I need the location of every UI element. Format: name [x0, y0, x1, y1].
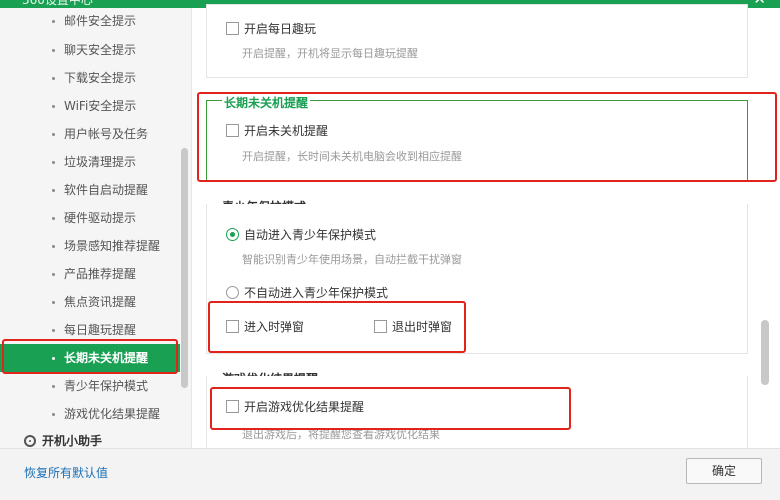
bullet-icon	[52, 105, 55, 108]
bullet-icon	[52, 133, 55, 136]
sidebar-item-driver[interactable]: 硬件驱动提示	[0, 204, 180, 232]
sidebar-item-autostart[interactable]: 软件自启动提醒	[0, 176, 180, 204]
sidebar-item-product[interactable]: 产品推荐提醒	[0, 260, 180, 288]
main-scrollbar[interactable]	[761, 320, 769, 385]
sidebar-scrollbar[interactable]	[181, 148, 188, 388]
youth-radio-manual-row[interactable]: 不自动进入青少年保护模式	[226, 285, 388, 301]
footer: 恢复所有默认值 确定	[0, 448, 780, 500]
daily-checkbox-row[interactable]: 开启每日趣玩	[226, 21, 316, 37]
bullet-icon	[52, 273, 55, 276]
sidebar-item-wifi[interactable]: WiFi安全提示	[0, 92, 180, 120]
highlight-game-checkbox	[210, 387, 571, 430]
sidebar-item-chat[interactable]: 聊天安全提示	[0, 36, 180, 64]
highlight-longrun-card	[197, 92, 777, 182]
sidebar-item-account[interactable]: 用户帐号及任务	[0, 120, 180, 148]
youth-radio-auto[interactable]	[226, 228, 239, 241]
ok-button[interactable]: 确定	[686, 458, 762, 484]
bullet-icon	[52, 161, 55, 164]
sidebar-item-cleanup[interactable]: 垃圾清理提示	[0, 148, 180, 176]
daily-checkbox[interactable]	[226, 22, 239, 35]
bullet-icon	[52, 245, 55, 248]
bullet-icon	[52, 413, 55, 416]
bullet-icon	[52, 189, 55, 192]
highlight-popup-options	[208, 301, 466, 353]
gear-icon	[24, 435, 36, 447]
bullet-icon	[52, 301, 55, 304]
sidebar: 邮件安全提示 聊天安全提示 下载安全提示 WiFi安全提示 用户帐号及任务 垃圾…	[0, 8, 192, 448]
highlight-sidebar-longrun	[2, 339, 178, 374]
youth-radio-manual[interactable]	[226, 286, 239, 299]
close-icon[interactable]: ✕	[753, 0, 766, 8]
bullet-icon	[52, 385, 55, 388]
sidebar-item-news[interactable]: 焦点资讯提醒	[0, 288, 180, 316]
restore-defaults-link[interactable]: 恢复所有默认值	[24, 464, 108, 481]
daily-card	[206, 4, 748, 78]
bullet-icon	[52, 20, 55, 23]
sidebar-item-scene[interactable]: 场景感知推荐提醒	[0, 232, 180, 260]
sidebar-item-mail[interactable]: 邮件安全提示	[0, 7, 180, 35]
bullet-icon	[52, 49, 55, 52]
settings-panel: 开启每日趣玩 开启提醒，开机将显示每日趣玩提醒 长期未关机提醒 开启未关机提醒 …	[192, 4, 780, 456]
youth-auto-desc: 智能识别青少年使用场景，自动拦截干扰弹窗	[242, 253, 462, 266]
sidebar-item-download[interactable]: 下载安全提示	[0, 64, 180, 92]
youth-radio-auto-row[interactable]: 自动进入青少年保护模式	[226, 227, 376, 243]
bullet-icon	[52, 217, 55, 220]
bullet-icon	[52, 329, 55, 332]
daily-desc: 开启提醒，开机将显示每日趣玩提醒	[242, 47, 418, 60]
sidebar-item-game[interactable]: 游戏优化结果提醒	[0, 400, 180, 428]
bullet-icon	[52, 77, 55, 80]
sidebar-item-youth[interactable]: 青少年保护模式	[0, 372, 180, 400]
